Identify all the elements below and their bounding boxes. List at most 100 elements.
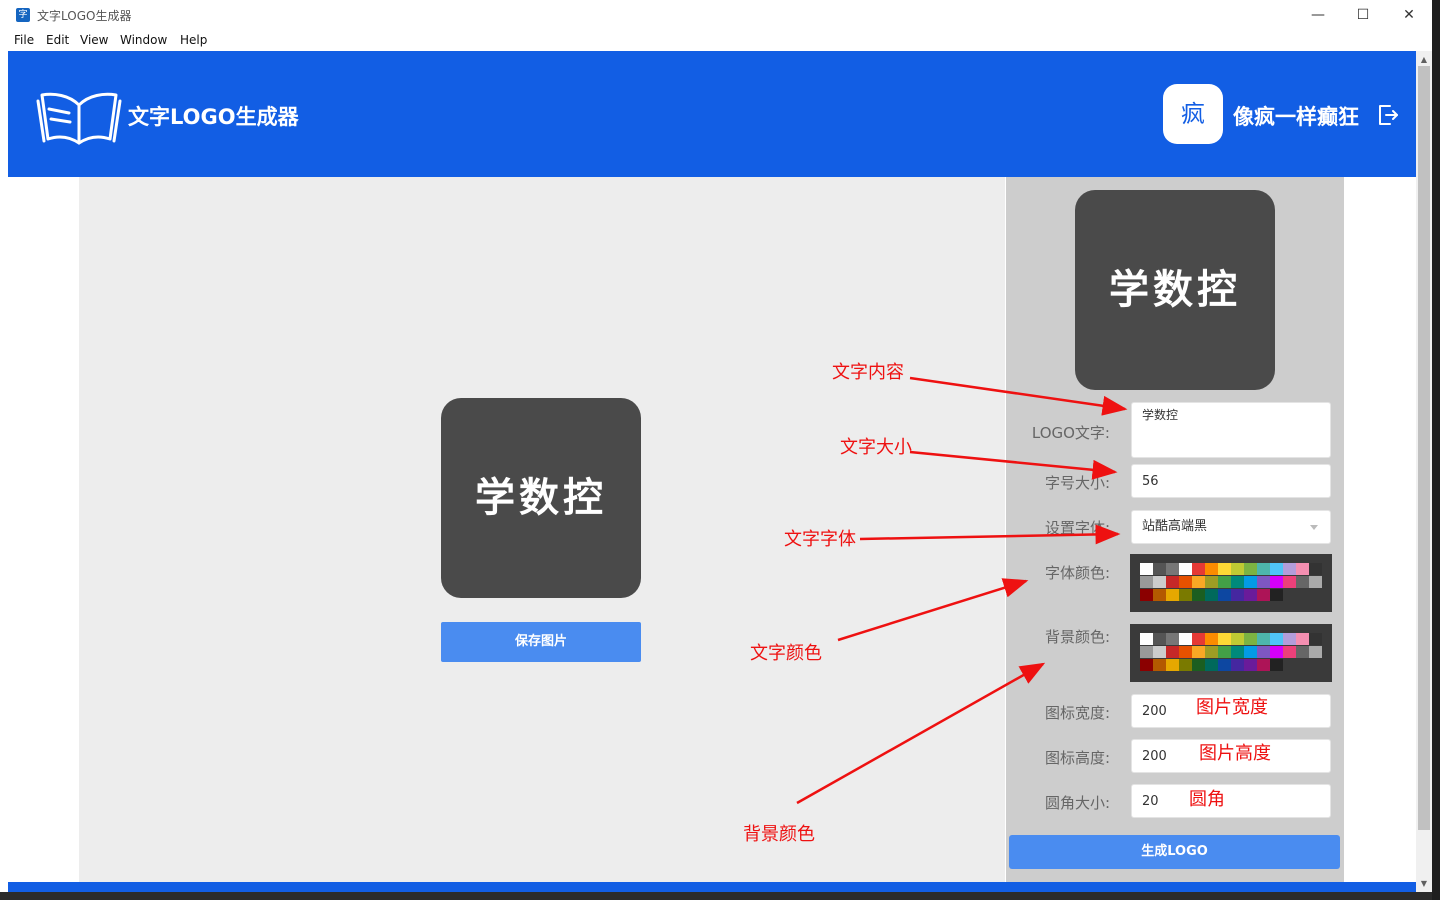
color-swatch[interactable]	[1244, 563, 1257, 575]
color-swatch[interactable]	[1192, 563, 1205, 575]
color-swatch[interactable]	[1140, 646, 1153, 658]
color-swatch[interactable]	[1140, 633, 1153, 645]
color-swatch[interactable]	[1231, 589, 1244, 601]
avatar[interactable]: 疯	[1163, 84, 1223, 144]
color-swatch[interactable]	[1309, 633, 1322, 645]
color-swatch[interactable]	[1166, 576, 1179, 588]
color-swatch[interactable]	[1192, 659, 1205, 671]
color-swatch[interactable]	[1205, 576, 1218, 588]
close-button[interactable]: ✕	[1386, 4, 1432, 26]
color-swatch[interactable]	[1218, 576, 1231, 588]
generate-logo-button[interactable]: 生成LOGO	[1009, 835, 1340, 869]
scrollbar-thumb[interactable]	[1418, 66, 1430, 830]
color-swatch[interactable]	[1192, 633, 1205, 645]
color-swatch[interactable]	[1257, 563, 1270, 575]
color-swatch[interactable]	[1179, 646, 1192, 658]
color-swatch[interactable]	[1257, 646, 1270, 658]
color-swatch[interactable]	[1166, 646, 1179, 658]
color-swatch[interactable]	[1309, 576, 1322, 588]
color-swatch[interactable]	[1205, 659, 1218, 671]
color-swatch[interactable]	[1257, 659, 1270, 671]
color-swatch[interactable]	[1283, 646, 1296, 658]
color-swatch[interactable]	[1231, 633, 1244, 645]
color-swatch[interactable]	[1205, 589, 1218, 601]
color-swatch[interactable]	[1192, 576, 1205, 588]
color-swatch[interactable]	[1283, 633, 1296, 645]
save-image-button[interactable]: 保存图片	[441, 622, 641, 662]
color-swatch[interactable]	[1140, 589, 1153, 601]
color-swatch[interactable]	[1179, 633, 1192, 645]
color-swatch[interactable]	[1296, 576, 1309, 588]
color-swatch[interactable]	[1205, 646, 1218, 658]
radius-input[interactable]: 20	[1131, 784, 1331, 818]
color-swatch[interactable]	[1179, 563, 1192, 575]
color-swatch[interactable]	[1270, 563, 1283, 575]
color-swatch[interactable]	[1218, 563, 1231, 575]
logout-icon[interactable]	[1376, 103, 1400, 127]
font-color-palette[interactable]	[1130, 554, 1332, 612]
color-swatch[interactable]	[1218, 646, 1231, 658]
color-swatch[interactable]	[1153, 659, 1166, 671]
color-swatch[interactable]	[1270, 659, 1283, 671]
font-family-select[interactable]: 站酷高端黑	[1131, 510, 1331, 544]
color-swatch[interactable]	[1153, 589, 1166, 601]
color-swatch[interactable]	[1166, 563, 1179, 575]
color-swatch[interactable]	[1153, 576, 1166, 588]
logo-text-input[interactable]: 学数控	[1131, 402, 1331, 458]
color-swatch[interactable]	[1192, 646, 1205, 658]
menu-window[interactable]: Window	[120, 33, 167, 47]
color-swatch[interactable]	[1296, 563, 1309, 575]
scroll-up-arrow-icon[interactable]: ▲	[1418, 54, 1430, 66]
color-swatch[interactable]	[1309, 646, 1322, 658]
color-swatch[interactable]	[1153, 646, 1166, 658]
color-swatch[interactable]	[1244, 646, 1257, 658]
color-swatch[interactable]	[1231, 576, 1244, 588]
color-swatch[interactable]	[1257, 633, 1270, 645]
color-swatch[interactable]	[1244, 633, 1257, 645]
color-swatch[interactable]	[1192, 589, 1205, 601]
color-swatch[interactable]	[1140, 576, 1153, 588]
maximize-button[interactable]: ☐	[1340, 4, 1386, 26]
color-swatch[interactable]	[1166, 659, 1179, 671]
username[interactable]: 像疯一样癫狂	[1233, 101, 1359, 131]
color-swatch[interactable]	[1283, 563, 1296, 575]
color-swatch[interactable]	[1270, 633, 1283, 645]
color-swatch[interactable]	[1218, 589, 1231, 601]
menu-help[interactable]: Help	[180, 33, 207, 47]
color-swatch[interactable]	[1140, 659, 1153, 671]
color-swatch[interactable]	[1244, 659, 1257, 671]
menu-file[interactable]: File	[14, 33, 34, 47]
color-swatch[interactable]	[1309, 563, 1322, 575]
color-swatch[interactable]	[1296, 633, 1309, 645]
color-swatch[interactable]	[1166, 633, 1179, 645]
color-swatch[interactable]	[1283, 576, 1296, 588]
color-swatch[interactable]	[1231, 659, 1244, 671]
color-swatch[interactable]	[1231, 646, 1244, 658]
color-swatch[interactable]	[1153, 563, 1166, 575]
color-swatch[interactable]	[1244, 589, 1257, 601]
color-swatch[interactable]	[1231, 563, 1244, 575]
color-swatch[interactable]	[1218, 659, 1231, 671]
color-swatch[interactable]	[1179, 659, 1192, 671]
color-swatch[interactable]	[1257, 589, 1270, 601]
color-swatch[interactable]	[1270, 576, 1283, 588]
color-swatch[interactable]	[1179, 576, 1192, 588]
color-swatch[interactable]	[1270, 589, 1283, 601]
menu-edit[interactable]: Edit	[46, 33, 69, 47]
color-swatch[interactable]	[1270, 646, 1283, 658]
color-swatch[interactable]	[1153, 633, 1166, 645]
font-size-input[interactable]: 56	[1131, 464, 1331, 498]
color-swatch[interactable]	[1205, 563, 1218, 575]
menu-view[interactable]: View	[80, 33, 108, 47]
bg-color-palette[interactable]	[1130, 624, 1332, 682]
minimize-button[interactable]: —	[1295, 4, 1341, 26]
color-swatch[interactable]	[1257, 576, 1270, 588]
color-swatch[interactable]	[1179, 589, 1192, 601]
color-swatch[interactable]	[1218, 633, 1231, 645]
color-swatch[interactable]	[1296, 646, 1309, 658]
color-swatch[interactable]	[1166, 589, 1179, 601]
scroll-down-arrow-icon[interactable]: ▼	[1418, 878, 1430, 890]
color-swatch[interactable]	[1205, 633, 1218, 645]
color-swatch[interactable]	[1244, 576, 1257, 588]
color-swatch[interactable]	[1140, 563, 1153, 575]
